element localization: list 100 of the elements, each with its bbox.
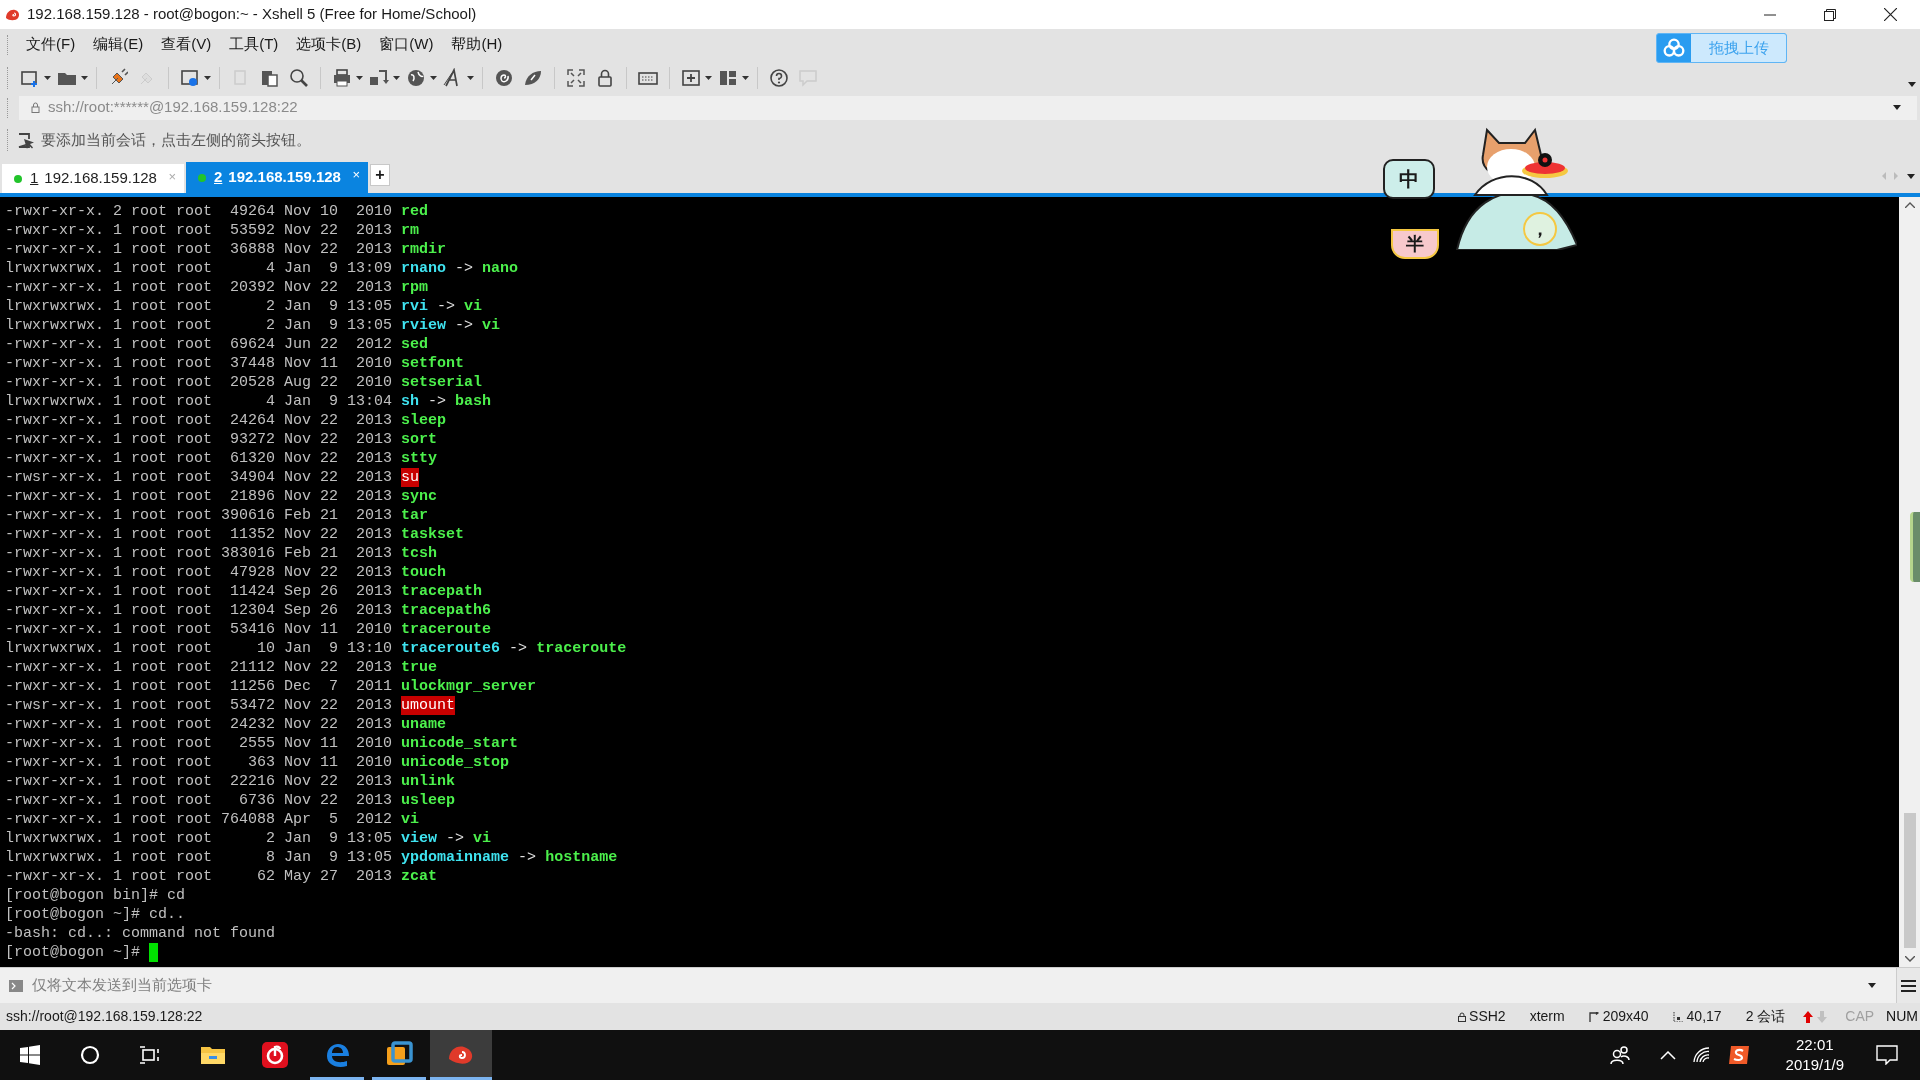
file-details: -rwxr-xr-x. 1 root root 20528 Aug 22 2010	[5, 373, 393, 392]
caret-icon[interactable]	[44, 75, 51, 80]
terminal-icon	[9, 979, 23, 992]
caret-icon[interactable]	[356, 75, 363, 80]
file-details: -rwxr-xr-x. 1 root root 390616 Feb 21 2013	[5, 506, 393, 525]
menu-item[interactable]: 窗口(W)	[371, 33, 442, 56]
side-tab-handle[interactable]	[1910, 512, 1920, 582]
file-details: -rwxr-xr-x. 1 root root 2555 Nov 11 2010	[5, 734, 393, 753]
file-name: sh	[401, 392, 420, 411]
file-details: -rwxr-xr-x. 1 root root 383016 Feb 21 2013	[5, 544, 393, 563]
file-details: lrwxrwxrwx. 1 root root 2 Jan 9 13:05	[5, 297, 393, 316]
menu-item[interactable]: 选项卡(B)	[288, 33, 370, 56]
resize-icon	[1588, 1011, 1599, 1022]
file-name: vi	[401, 810, 420, 829]
caret-icon[interactable]	[81, 75, 88, 80]
file-name: su	[401, 468, 420, 487]
caret-icon[interactable]	[393, 75, 400, 80]
file-name: stty	[401, 449, 438, 468]
send-bar[interactable]: 仅将文本发送到当前选项卡	[0, 967, 1920, 1003]
spiral-icon[interactable]	[494, 67, 514, 88]
link-target: bash	[455, 392, 492, 411]
file-details: lrwxrwxrwx. 1 root root 4 Jan 9 13:09	[5, 259, 393, 278]
ime-mode-button[interactable]: 中	[1383, 159, 1435, 199]
clock[interactable]: 22:01 2019/1/9	[1785, 1035, 1844, 1075]
link-arrow: ->	[428, 392, 447, 411]
session-tab[interactable]: 1 192.168.159.128 ×	[2, 164, 184, 193]
caret-icon[interactable]	[430, 75, 437, 80]
caret-icon[interactable]	[1908, 82, 1916, 87]
windows-icon	[20, 1045, 40, 1065]
add-session-arrow-icon[interactable]	[18, 131, 35, 149]
file-details: -rwxr-xr-x. 1 root root 11256 Dec 7 2011	[5, 677, 393, 696]
add-tab-icon[interactable]	[681, 67, 701, 88]
link-arrow: ->	[518, 848, 537, 867]
cursor-position-icon	[1672, 1011, 1683, 1022]
new-tab-button[interactable]: +	[370, 164, 390, 186]
caret-icon[interactable]	[705, 75, 712, 80]
file-details: -rwxr-xr-x. 1 root root 53592 Nov 22 2013	[5, 221, 393, 240]
file-details: -rwxr-xr-x. 1 root root 53416 Nov 11 2010	[5, 620, 393, 639]
terminal-app-icon[interactable]	[430, 1030, 492, 1080]
file-name: red	[401, 202, 429, 221]
circle-icon	[80, 1045, 100, 1065]
globe-icon[interactable]	[406, 67, 426, 88]
lock-icon[interactable]	[595, 67, 615, 88]
notification-icon[interactable]	[1876, 1045, 1898, 1065]
file-details: -rwxr-xr-x. 2 root root 49264 Nov 10 2010	[5, 202, 393, 221]
link-arrow: ->	[437, 297, 456, 316]
key-indicator: NUM	[1886, 1007, 1918, 1026]
file-name: taskset	[401, 525, 465, 544]
file-details: -rwxr-xr-x. 1 root root 22216 Nov 22 2013	[5, 772, 393, 791]
caret-icon[interactable]	[1868, 983, 1876, 988]
file-name: rpm	[401, 278, 429, 297]
scrollbar[interactable]	[1899, 197, 1920, 967]
caret-icon[interactable]	[742, 75, 749, 80]
file-details: -rwxr-xr-x. 1 root root 24232 Nov 22 2013	[5, 715, 393, 734]
file-name: tar	[401, 506, 429, 525]
chevron-up-icon[interactable]	[1659, 1050, 1676, 1060]
caret-icon[interactable]	[204, 75, 211, 80]
file-details: -rwxr-xr-x. 1 root root 11352 Nov 22 2013	[5, 525, 393, 544]
scroll-up-icon[interactable]	[1904, 202, 1915, 208]
file-details: -rwxr-xr-x. 1 root root 21896 Nov 22 2013	[5, 487, 393, 506]
send-text-field[interactable]: 仅将文本发送到当前选项卡	[32, 974, 1868, 997]
close-icon	[1883, 8, 1897, 21]
link-arrow: ->	[446, 829, 465, 848]
file-name: rvi	[401, 297, 429, 316]
scrollbar-thumb[interactable]	[1903, 813, 1916, 948]
file-details: lrwxrwxrwx. 1 root root 2 Jan 9 13:05	[5, 316, 393, 335]
menu-item[interactable]: 工具(T)	[221, 33, 287, 56]
caret-icon[interactable]	[467, 75, 474, 80]
menu-icon	[1901, 979, 1916, 992]
terminal-line: -bash: cd..: command not found	[5, 924, 276, 943]
file-details: -rwxr-xr-x. 1 root root 24264 Nov 22 2013	[5, 411, 393, 430]
caret-icon[interactable]	[1907, 174, 1915, 179]
terminal-cursor	[149, 943, 159, 962]
file-name: rm	[401, 221, 420, 240]
file-details: -rwxr-xr-x. 1 root root 69624 Jun 22 2012	[5, 335, 393, 354]
ime-width-button[interactable]: 半	[1391, 229, 1439, 259]
file-name: zcat	[401, 867, 438, 886]
printer-icon[interactable]	[332, 67, 352, 88]
status-text: 40,17	[1686, 1007, 1722, 1026]
help-icon[interactable]	[769, 67, 789, 88]
menu-item[interactable]: 文件(F)	[18, 33, 84, 56]
menu-item[interactable]: 帮助(H)	[443, 33, 511, 56]
transfer-icon[interactable]	[369, 67, 389, 88]
file-details: -rwxr-xr-x. 1 root root 93272 Nov 22 2013	[5, 430, 393, 449]
search-icon[interactable]	[289, 67, 309, 88]
file-details: -rwsr-xr-x. 1 root root 34904 Nov 22 2013	[5, 468, 393, 487]
people-icon[interactable]	[1609, 1045, 1630, 1065]
file-name: tracepath	[401, 582, 483, 601]
file-name: traceroute6	[401, 639, 501, 658]
session-tab[interactable]: 2 192.168.159.128 ×	[186, 162, 368, 193]
scroll-down-icon[interactable]	[1904, 956, 1915, 962]
menu-button[interactable]	[1896, 968, 1920, 1003]
file-details: -rwxr-xr-x. 1 root root 764088 Apr 5 2012	[5, 810, 393, 829]
file-name: usleep	[401, 791, 456, 810]
input-method-icon[interactable]	[1727, 1045, 1750, 1065]
menu-item[interactable]: 编辑(E)	[85, 33, 152, 56]
wifi-icon[interactable]	[1691, 1047, 1710, 1063]
fullscreen-icon[interactable]	[566, 67, 586, 88]
menu-item[interactable]: 查看(V)	[153, 33, 220, 56]
caret-icon[interactable]	[1893, 105, 1901, 110]
